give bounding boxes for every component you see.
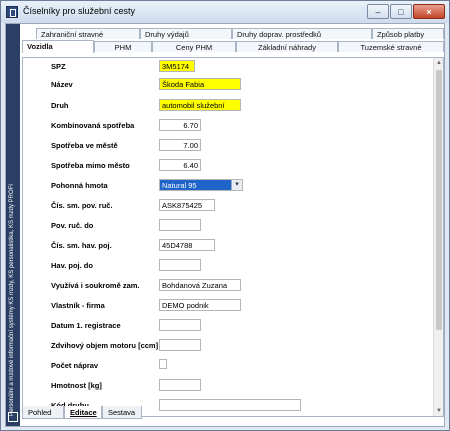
field-label-hav-poj-do: Hav. poj. do <box>51 261 93 270</box>
sidebar-product-text: Personální a mzdové informační systémy K… <box>9 184 15 416</box>
vertical-scrollbar[interactable]: ▲ ▼ <box>433 58 443 416</box>
close-button[interactable]: × <box>413 4 445 19</box>
zdvihovy-objem-input[interactable] <box>159 339 201 351</box>
field-label-vlastnik-firma: Vlastník - firma <box>51 301 105 310</box>
tab-pohled[interactable]: Pohled <box>22 406 64 419</box>
vehicle-form: SPZ 3M5174 Název Škoda Fabia Druh automobil… <box>22 57 444 417</box>
title-bar[interactable]: Číselníky pro služební cesty – □ × <box>1 1 449 23</box>
main-window: Číselníky pro služební cesty – □ × Perso… <box>0 0 450 431</box>
maximize-button[interactable]: □ <box>390 4 412 19</box>
kombinovana-spotreba-input[interactable]: 6.70 <box>159 119 201 131</box>
field-label-hmotnost: Hmotnost [kg] <box>51 381 102 390</box>
spz-input[interactable]: 3M5174 <box>159 60 195 72</box>
vyuziva-soukrome-input[interactable]: Bohdanová Zuzana <box>159 279 241 291</box>
client-area: Personální a mzdové informační systémy K… <box>5 23 445 427</box>
scroll-up-icon[interactable]: ▲ <box>434 58 443 68</box>
minimize-button[interactable]: – <box>367 4 389 19</box>
field-label-nazev: Název <box>51 80 73 89</box>
app-icon <box>6 6 18 18</box>
cis-sm-pov-ruc-input[interactable]: ASK875425 <box>159 199 215 211</box>
spotreba-mimo-mesto-input[interactable]: 6.40 <box>159 159 201 171</box>
tab-sestava[interactable]: Sestava <box>102 406 142 419</box>
chevron-down-icon[interactable]: ▾ <box>231 180 242 190</box>
field-label-pohonna-hmota: Pohonná hmota <box>51 181 108 190</box>
tab-zpusob-platby[interactable]: Způsob platby <box>372 28 444 39</box>
field-label-druh: Druh <box>51 101 69 110</box>
tab-strip: Zahraniční stravné Druhy výdajů Druhy do… <box>22 26 444 56</box>
window-title: Číselníky pro služební cesty <box>23 6 136 16</box>
tab-druhy-doprav-prostredku[interactable]: Druhy doprav. prostředků <box>232 28 372 39</box>
field-label-cis-sm-pov-ruc: Čís. sm. pov. ruč. <box>51 201 113 210</box>
tab-phm[interactable]: PHM <box>94 41 152 52</box>
hav-poj-do-input[interactable] <box>159 259 201 271</box>
tab-druhy-vydaju[interactable]: Druhy výdajů <box>140 28 232 39</box>
field-label-pocet-naprav: Počet náprav <box>51 361 99 370</box>
pocet-naprav-input[interactable] <box>159 359 167 369</box>
druh-input[interactable]: automobil služební <box>159 99 241 111</box>
tab-zahranicni-stravne[interactable]: Zahraniční stravné <box>36 28 140 39</box>
ks-logo-icon <box>8 412 18 422</box>
field-label-pov-ruc-do: Pov. ruč. do <box>51 221 94 230</box>
scroll-down-icon[interactable]: ▼ <box>434 406 443 416</box>
field-label-kombinovana-spotreba: Kombinovaná spotřeba <box>51 121 135 130</box>
scroll-thumb[interactable] <box>436 70 442 330</box>
pohonna-hmota-select[interactable]: Natural 95 ▾ <box>159 179 243 191</box>
kod-druhu-input[interactable] <box>159 399 301 411</box>
pohonna-hmota-value: Natural 95 <box>162 181 197 190</box>
tab-tuzemske-stravne[interactable]: Tuzemské stravné <box>338 41 444 52</box>
pov-ruc-do-input[interactable] <box>159 219 201 231</box>
field-label-cis-sm-hav-poj: Čís. sm. hav. poj. <box>51 241 112 250</box>
field-label-spz: SPZ <box>51 62 66 71</box>
field-label-datum-registrace: Datum 1. registrace <box>51 321 121 330</box>
cis-sm-hav-poj-input[interactable]: 45D4788 <box>159 239 215 251</box>
field-label-vyuziva-soukrome: Využívá i soukromě zam. <box>51 281 140 290</box>
vlastnik-firma-input[interactable]: DEMO podnik <box>159 299 241 311</box>
field-label-zdvihovy-objem: Zdvihový objem motoru [ccm] <box>51 341 159 350</box>
hmotnost-input[interactable] <box>159 379 201 391</box>
tab-ceny-phm[interactable]: Ceny PHM <box>152 41 236 52</box>
tab-zakladni-nahrady[interactable]: Základní náhrady <box>236 41 338 52</box>
nazev-input[interactable]: Škoda Fabia <box>159 78 241 90</box>
tab-vozidla[interactable]: Vozidla <box>22 40 94 53</box>
sidebar-banner: Personální a mzdové informační systémy K… <box>6 24 20 426</box>
datum-registrace-input[interactable] <box>159 319 201 331</box>
spotreba-ve-meste-input[interactable]: 7.00 <box>159 139 201 151</box>
field-label-spotreba-mimo-mesto: Spotřeba mimo město <box>51 161 130 170</box>
field-label-spotreba-ve-meste: Spotřeba ve městě <box>51 141 118 150</box>
tab-editace[interactable]: Editace <box>64 406 102 419</box>
